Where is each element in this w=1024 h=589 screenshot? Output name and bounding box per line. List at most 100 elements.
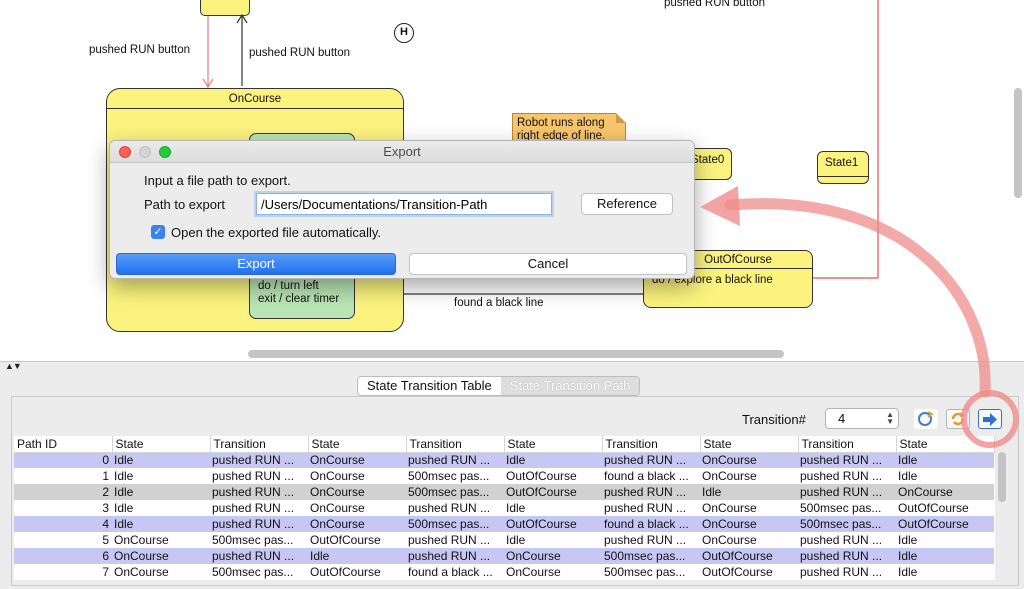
transition-cell[interactable]: pushed RUN ...: [798, 484, 896, 500]
tab-state-transition-table[interactable]: State Transition Table: [358, 377, 501, 395]
transition-cell[interactable]: 500msec pas...: [602, 548, 700, 564]
column-header[interactable]: State: [112, 436, 211, 453]
refresh-icon[interactable]: [946, 409, 970, 429]
export-icon[interactable]: [978, 409, 1002, 429]
settings-arrows-icon[interactable]: [914, 409, 938, 429]
state-cell[interactable]: Idle: [504, 452, 602, 468]
state-cell[interactable]: OutOfCourse: [308, 532, 406, 548]
table-row[interactable]: 5 OnCourse 500msec pas... OutOfCourse pushed…: [14, 532, 994, 548]
table-vertical-scrollbar[interactable]: [998, 452, 1006, 502]
dialog-titlebar[interactable]: Export: [110, 141, 694, 163]
column-header[interactable]: Path ID: [14, 436, 113, 453]
state-cell[interactable]: OnCourse: [112, 564, 210, 580]
state-cell[interactable]: OnCourse: [308, 468, 406, 484]
path-id-cell[interactable]: 7: [14, 564, 112, 580]
state-cell[interactable]: Idle: [112, 500, 210, 516]
path-id-cell[interactable]: 6: [14, 548, 112, 564]
export-button[interactable]: Export: [116, 253, 396, 275]
state-transition-table[interactable]: Path ID State Transition State Transitio…: [14, 436, 995, 580]
history-marker-icon[interactable]: H: [394, 23, 414, 43]
column-header[interactable]: State: [504, 436, 603, 453]
state-cell[interactable]: Idle: [112, 452, 210, 468]
transition-cell[interactable]: 500msec pas...: [406, 484, 504, 500]
column-header[interactable]: Transition: [798, 436, 897, 453]
table-row[interactable]: 3 Idle pushed RUN ... OnCourse pushed RUN ..…: [14, 500, 994, 516]
comment-note[interactable]: Robot runs along right edge of line.: [512, 113, 626, 143]
transition-cell[interactable]: 500msec pas...: [798, 500, 896, 516]
transition-count-spinner[interactable]: 4 ▲ ▼: [825, 408, 899, 429]
transition-cell[interactable]: 500msec pas...: [406, 468, 504, 484]
state-cell[interactable]: OutOfCourse: [504, 484, 602, 500]
path-id-cell[interactable]: 4: [14, 516, 112, 532]
state-cell[interactable]: OutOfCourse: [896, 516, 994, 532]
state-cell[interactable]: OutOfCourse: [504, 516, 602, 532]
state-cell[interactable]: OnCourse: [700, 500, 798, 516]
transition-cell[interactable]: pushed RUN ...: [798, 532, 896, 548]
state-cell[interactable]: OutOfCourse: [308, 564, 406, 580]
transition-cell[interactable]: pushed RUN ...: [210, 516, 308, 532]
column-header[interactable]: Transition: [602, 436, 701, 453]
state-cell[interactable]: Idle: [504, 500, 602, 516]
path-id-cell[interactable]: 2: [14, 484, 112, 500]
vertical-scrollbar[interactable]: [1014, 88, 1022, 198]
state-cell[interactable]: Idle: [896, 452, 994, 468]
state-cell[interactable]: OnCourse: [700, 452, 798, 468]
transition-cell[interactable]: pushed RUN ...: [406, 548, 504, 564]
table-row[interactable]: 4 Idle pushed RUN ... OnCourse 500msec pas..…: [14, 516, 994, 532]
transition-cell[interactable]: 500msec pas...: [210, 564, 308, 580]
spinner-arrows-icon[interactable]: ▲ ▼: [886, 411, 894, 426]
table-row[interactable]: 0 Idle pushed RUN ... OnCourse pushed RUN ..…: [14, 452, 994, 468]
path-id-cell[interactable]: 3: [14, 500, 112, 516]
transition-cell[interactable]: pushed RUN ...: [798, 452, 896, 468]
reference-button[interactable]: Reference: [581, 193, 673, 215]
state-cell[interactable]: OnCourse: [700, 516, 798, 532]
state-cell[interactable]: OutOfCourse: [504, 468, 602, 484]
transition-cell[interactable]: pushed RUN ...: [406, 452, 504, 468]
state-cell[interactable]: Idle: [896, 564, 994, 580]
column-header[interactable]: State: [308, 436, 407, 453]
state-cell[interactable]: Idle: [308, 548, 406, 564]
state-cell[interactable]: OutOfCourse: [896, 500, 994, 516]
state-cell[interactable]: OnCourse: [700, 468, 798, 484]
cancel-button[interactable]: Cancel: [409, 253, 687, 275]
state-cell[interactable]: OnCourse: [308, 452, 406, 468]
transition-cell[interactable]: pushed RUN ...: [406, 500, 504, 516]
transition-cell[interactable]: found a black ...: [406, 564, 504, 580]
transition-cell[interactable]: pushed RUN ...: [798, 548, 896, 564]
path-id-cell[interactable]: 1: [14, 468, 112, 484]
transition-cell[interactable]: pushed RUN ...: [210, 452, 308, 468]
transition-cell[interactable]: pushed RUN ...: [798, 564, 896, 580]
state-cell[interactable]: Idle: [896, 468, 994, 484]
table-row[interactable]: 7 OnCourse 500msec pas... OutOfCourse found …: [14, 564, 994, 580]
state-cell[interactable]: OnCourse: [308, 500, 406, 516]
column-header[interactable]: State: [700, 436, 799, 453]
transition-cell[interactable]: found a black ...: [602, 468, 700, 484]
state-state1[interactable]: State1: [817, 151, 869, 184]
path-id-cell[interactable]: 5: [14, 532, 112, 548]
transition-cell[interactable]: pushed RUN ...: [602, 484, 700, 500]
state-cell[interactable]: OutOfCourse: [700, 548, 798, 564]
state-cell[interactable]: OnCourse: [896, 484, 994, 500]
transition-cell[interactable]: 500msec pas...: [602, 564, 700, 580]
table-row[interactable]: 6 OnCourse pushed RUN ... Idle pushed RUN ..…: [14, 548, 994, 564]
transition-cell[interactable]: pushed RUN ...: [406, 532, 504, 548]
transition-cell[interactable]: pushed RUN ...: [798, 468, 896, 484]
transition-cell[interactable]: found a black ...: [602, 516, 700, 532]
split-collapse-icon[interactable]: ▲▼: [5, 361, 22, 371]
transition-cell[interactable]: pushed RUN ...: [210, 468, 308, 484]
transition-cell[interactable]: pushed RUN ...: [210, 484, 308, 500]
transition-cell[interactable]: pushed RUN ...: [210, 500, 308, 516]
open-automatically-checkbox[interactable]: ✓: [151, 225, 165, 239]
state-cell[interactable]: Idle: [896, 548, 994, 564]
tab-state-transition-path[interactable]: State Transition Path: [500, 377, 640, 395]
transition-cell[interactable]: 500msec pas...: [406, 516, 504, 532]
table-row[interactable]: 2 Idle pushed RUN ... OnCourse 500msec pas..…: [14, 484, 994, 500]
path-id-cell[interactable]: 0: [14, 452, 112, 468]
state-cell[interactable]: Idle: [112, 516, 210, 532]
state-cell[interactable]: OnCourse: [308, 516, 406, 532]
transition-cell[interactable]: 500msec pas...: [210, 532, 308, 548]
state-cell[interactable]: OnCourse: [308, 484, 406, 500]
state-cell[interactable]: Idle: [504, 532, 602, 548]
transition-cell[interactable]: 500msec pas...: [798, 516, 896, 532]
transition-cell[interactable]: pushed RUN ...: [602, 452, 700, 468]
